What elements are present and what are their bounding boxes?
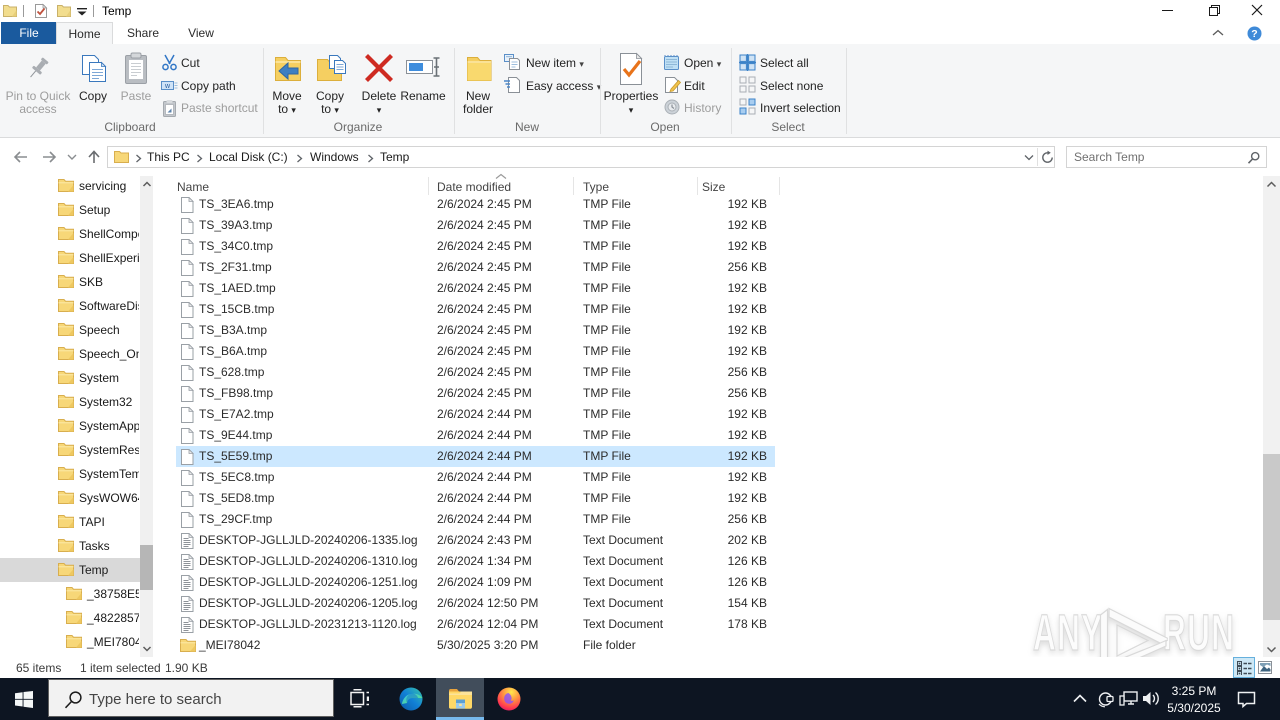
- svg-text:w: w: [164, 83, 171, 90]
- svg-text:?: ?: [1251, 28, 1257, 40]
